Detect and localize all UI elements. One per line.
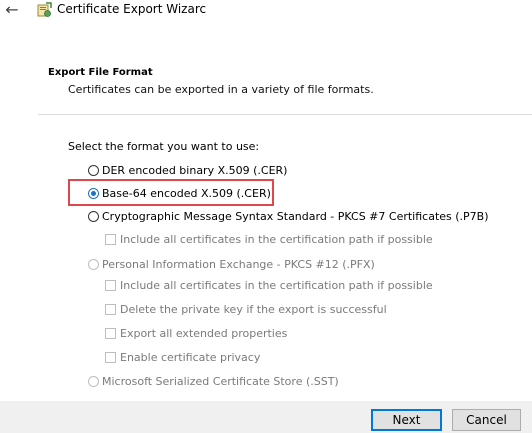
pfx-export-extended[interactable]: Export all extended properties [105,327,287,340]
option-sst-label: Microsoft Serialized Certificate Store (… [102,375,339,388]
certificate-wizard-icon [37,2,52,17]
option-pfx[interactable]: Personal Information Exchange - PKCS #12… [88,258,375,271]
option-der-label: DER encoded binary X.509 (.CER) [102,164,288,177]
option-der[interactable]: DER encoded binary X.509 (.CER) [88,164,287,177]
certificate-export-wizard: ← Certificate Export Wizarc Export File … [0,0,532,433]
next-button[interactable]: Next [371,409,442,431]
option-base64[interactable]: Base-64 encoded X.509 (.CER) [88,187,271,200]
checkbox-pfx-export-extended[interactable] [105,328,116,339]
radio-pkcs7[interactable] [88,211,99,222]
radio-der[interactable] [88,165,99,176]
p7b-include-chain-label: Include all certificates in the certific… [120,233,433,246]
checkbox-pfx-enable-privacy[interactable] [105,352,116,363]
checkbox-p7b-include-chain[interactable] [105,234,116,245]
radio-sst[interactable] [88,376,99,387]
wizard-footer: Next Cancel [0,401,532,433]
pfx-delete-key-label: Delete the private key if the export is … [120,303,387,316]
radio-base64[interactable] [88,188,99,199]
pfx-export-extended-label: Export all extended properties [120,327,288,340]
radio-pfx[interactable] [88,259,99,270]
option-pfx-label: Personal Information Exchange - PKCS #12… [102,258,375,271]
pfx-delete-key[interactable]: Delete the private key if the export is … [105,303,387,316]
header-separator [38,114,532,115]
pfx-include-chain[interactable]: Include all certificates in the certific… [105,279,433,292]
option-base64-label: Base-64 encoded X.509 (.CER) [102,187,271,200]
section-title: Export File Format [48,67,153,78]
pfx-include-chain-label: Include all certificates in the certific… [120,279,433,292]
checkbox-pfx-delete-key[interactable] [105,304,116,315]
option-sst[interactable]: Microsoft Serialized Certificate Store (… [88,375,339,388]
back-arrow-icon[interactable]: ← [4,2,20,18]
option-pkcs7[interactable]: Cryptographic Message Syntax Standard - … [88,210,489,223]
title-bar: ← Certificate Export Wizarc [0,0,532,22]
pfx-enable-privacy-label: Enable certificate privacy [120,351,261,364]
option-pkcs7-label: Cryptographic Message Syntax Standard - … [102,210,489,223]
section-subtitle: Certificates can be exported in a variet… [68,83,374,96]
cancel-button[interactable]: Cancel [452,409,521,431]
window-title: Certificate Export Wizarc [57,2,207,16]
pfx-enable-privacy[interactable]: Enable certificate privacy [105,351,260,364]
format-prompt: Select the format you want to use: [68,140,260,153]
checkbox-pfx-include-chain[interactable] [105,280,116,291]
p7b-include-chain[interactable]: Include all certificates in the certific… [105,233,433,246]
